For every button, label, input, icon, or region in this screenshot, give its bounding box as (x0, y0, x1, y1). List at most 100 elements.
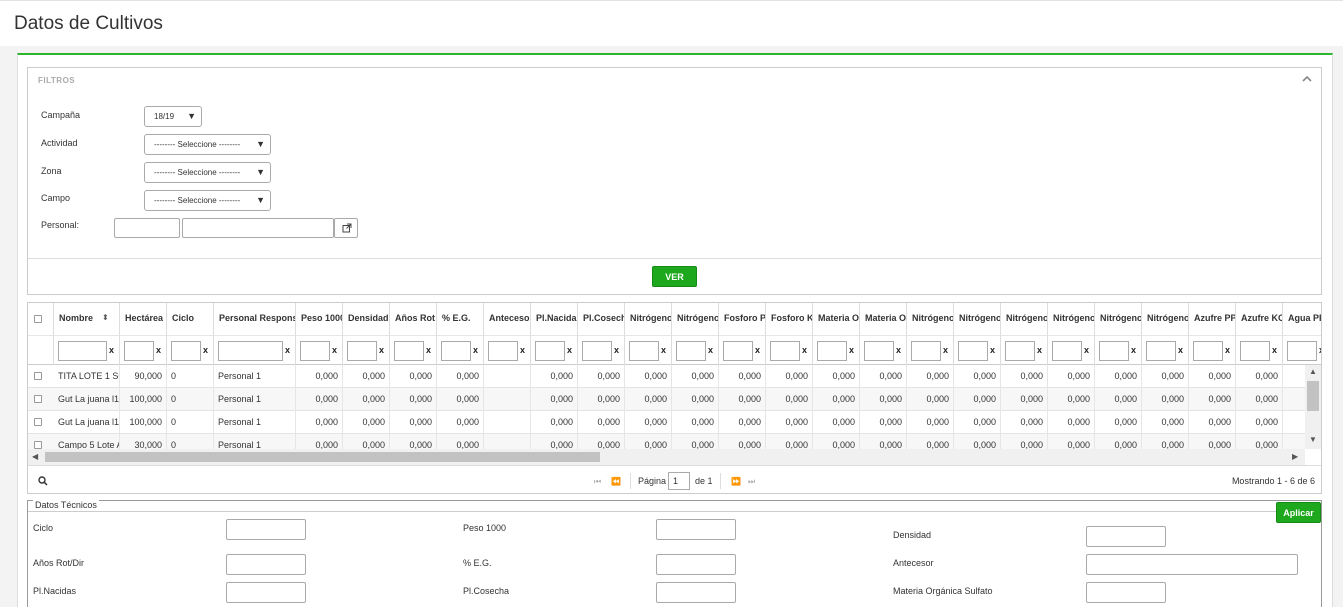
column-filter-input[interactable] (629, 341, 659, 361)
clear-filter-icon[interactable]: x (708, 345, 713, 355)
column-header[interactable]: Nombre (54, 303, 120, 335)
clear-filter-icon[interactable]: x (661, 345, 666, 355)
column-filter-input[interactable] (58, 341, 107, 361)
column-filter-input[interactable] (1287, 341, 1317, 361)
chevron-up-icon[interactable] (1301, 73, 1313, 85)
clear-filter-icon[interactable]: x (473, 345, 478, 355)
campana-select[interactable]: 18/19 ▼ (144, 106, 202, 127)
column-header[interactable]: Nitrógeno (672, 303, 719, 335)
column-header[interactable]: Nitrógeno (625, 303, 672, 335)
sort-icon[interactable]: ⬍ (102, 313, 109, 322)
column-filter-input[interactable] (676, 341, 706, 361)
zona-select[interactable]: -------- Seleccione -------- ▼ (144, 162, 271, 183)
column-header[interactable]: Hectárea (120, 303, 167, 335)
clear-filter-icon[interactable]: x (285, 345, 290, 355)
clear-filter-icon[interactable]: x (1272, 345, 1277, 355)
column-header[interactable]: Azufre PP (1189, 303, 1236, 335)
column-header[interactable]: Fosforo K (766, 303, 813, 335)
column-header[interactable]: % E.G. (437, 303, 484, 335)
clear-filter-icon[interactable]: x (755, 345, 760, 355)
column-filter-input[interactable] (535, 341, 565, 361)
clear-filter-icon[interactable]: x (379, 345, 384, 355)
column-header[interactable]: Ciclo (167, 303, 214, 335)
scroll-up-icon[interactable]: ▲ (1309, 367, 1317, 376)
personal-name-input[interactable] (182, 218, 334, 238)
column-header[interactable]: Agua PP (1283, 303, 1321, 335)
search-icon[interactable] (38, 476, 48, 486)
horizontal-scrollbar[interactable]: ◀ ▶ (28, 449, 1305, 465)
clear-filter-icon[interactable]: x (1319, 345, 1321, 355)
row-checkbox[interactable] (34, 418, 42, 426)
prev-page-icon[interactable]: ⏪ (611, 477, 621, 486)
clear-filter-icon[interactable]: x (426, 345, 431, 355)
column-header[interactable]: Nitrógeno (907, 303, 954, 335)
table-row[interactable]: Gut La juana l1 100,000 0 Personal 1 0,000 0,… (28, 388, 1305, 411)
column-header[interactable]: Peso 1000 (296, 303, 343, 335)
column-header[interactable]: Antecesor (484, 303, 531, 335)
column-filter-input[interactable] (864, 341, 894, 361)
row-checkbox[interactable] (34, 441, 42, 449)
column-filter-input[interactable] (911, 341, 941, 361)
select-all-checkbox[interactable] (34, 315, 42, 323)
column-filter-input[interactable] (300, 341, 330, 361)
clear-filter-icon[interactable]: x (203, 345, 208, 355)
column-header[interactable]: Nitrógeno (1048, 303, 1095, 335)
vertical-scrollbar[interactable]: ▲ ▼ (1305, 365, 1321, 449)
ver-button[interactable]: VER (652, 266, 697, 287)
column-header[interactable]: Personal Respons (214, 303, 296, 335)
clear-filter-icon[interactable]: x (1178, 345, 1183, 355)
vertical-scroll-thumb[interactable] (1307, 381, 1319, 411)
clear-filter-icon[interactable]: x (109, 345, 114, 355)
column-header[interactable]: Nitrógeno (1095, 303, 1142, 335)
last-page-icon[interactable]: ⏭ (748, 477, 755, 487)
column-filter-input[interactable] (1052, 341, 1082, 361)
clear-filter-icon[interactable]: x (1131, 345, 1136, 355)
ciclo-input[interactable] (226, 519, 306, 540)
scroll-left-icon[interactable]: ◀ (32, 452, 38, 461)
column-header[interactable]: Nitrógeno (954, 303, 1001, 335)
column-filter-input[interactable] (1005, 341, 1035, 361)
page-number-input[interactable]: 1 (668, 472, 690, 490)
clear-filter-icon[interactable]: x (990, 345, 995, 355)
column-header[interactable]: Nitrógeno (1001, 303, 1048, 335)
column-header[interactable]: Pl.Nacida (531, 303, 578, 335)
pl-nacidas-input[interactable] (226, 582, 306, 603)
column-header[interactable]: Materia O (813, 303, 860, 335)
clear-filter-icon[interactable]: x (943, 345, 948, 355)
anos-rot-input[interactable] (226, 554, 306, 575)
campo-select[interactable]: -------- Seleccione -------- ▼ (144, 190, 271, 211)
scroll-right-icon[interactable]: ▶ (1292, 452, 1298, 461)
clear-filter-icon[interactable]: x (849, 345, 854, 355)
column-filter-input[interactable] (582, 341, 612, 361)
table-row[interactable]: Gut La juana l1 100,000 0 Personal 1 0,000 0,… (28, 411, 1305, 434)
column-filter-input[interactable] (488, 341, 518, 361)
column-filter-input[interactable] (441, 341, 471, 361)
column-filter-input[interactable] (770, 341, 800, 361)
clear-filter-icon[interactable]: x (332, 345, 337, 355)
clear-filter-icon[interactable]: x (1084, 345, 1089, 355)
row-checkbox[interactable] (34, 372, 42, 380)
actividad-select[interactable]: -------- Seleccione -------- ▼ (144, 134, 271, 155)
column-filter-input[interactable] (1240, 341, 1270, 361)
materia-organica-input[interactable] (1086, 582, 1166, 603)
column-filter-input[interactable] (171, 341, 201, 361)
column-header[interactable]: Materia O (860, 303, 907, 335)
clear-filter-icon[interactable]: x (156, 345, 161, 355)
peso-1000-input[interactable] (656, 519, 736, 540)
column-filter-input[interactable] (347, 341, 377, 361)
clear-filter-icon[interactable]: x (567, 345, 572, 355)
column-header[interactable]: Pl.Cosech (578, 303, 625, 335)
column-header[interactable]: Densidad (343, 303, 390, 335)
column-filter-input[interactable] (218, 341, 283, 361)
column-header[interactable]: Nitrógeno (1142, 303, 1189, 335)
personal-code-input[interactable] (114, 218, 180, 238)
clear-filter-icon[interactable]: x (802, 345, 807, 355)
next-page-icon[interactable]: ⏩ (731, 477, 741, 486)
column-header[interactable]: Azufre KC (1236, 303, 1283, 335)
clear-filter-icon[interactable]: x (1037, 345, 1042, 355)
pl-cosecha-input[interactable] (656, 582, 736, 603)
column-filter-input[interactable] (723, 341, 753, 361)
clear-filter-icon[interactable]: x (520, 345, 525, 355)
column-filter-input[interactable] (1146, 341, 1176, 361)
densidad-input[interactable] (1086, 526, 1166, 547)
